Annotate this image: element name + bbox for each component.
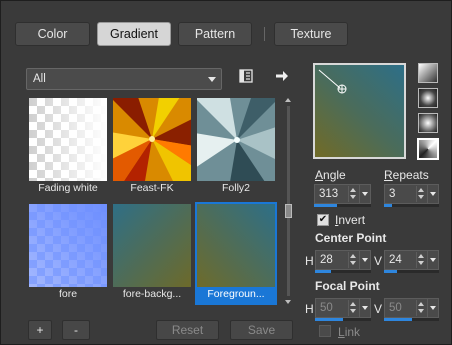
remove-gradient-button[interactable]: - bbox=[62, 320, 90, 340]
sunburst-style-icon[interactable] bbox=[417, 138, 439, 160]
rectangular-style-icon[interactable] bbox=[418, 88, 438, 108]
gradient-name: fore bbox=[58, 288, 78, 300]
tab-color[interactable]: Color bbox=[15, 22, 90, 46]
center-v-dropdown-icon[interactable] bbox=[427, 251, 438, 269]
gradient-preview-large[interactable] bbox=[313, 63, 406, 159]
scroll-track bbox=[287, 106, 290, 296]
focal-v-value: 50 bbox=[389, 302, 402, 314]
gradient-preview bbox=[29, 204, 107, 287]
link-checkbox[interactable] bbox=[319, 325, 331, 337]
gradient-name: Fading white bbox=[38, 182, 98, 194]
resource-manager-icon[interactable] bbox=[237, 67, 255, 85]
repeats-stepper-icon[interactable] bbox=[416, 186, 425, 202]
repeats-label: Repeats bbox=[384, 168, 429, 182]
scroll-thumb[interactable] bbox=[285, 204, 292, 218]
gradient-preview bbox=[29, 98, 107, 181]
center-h-spinbox[interactable]: 28 bbox=[315, 250, 371, 270]
focal-v-dropdown-icon[interactable] bbox=[427, 299, 438, 317]
focal-point-label: Focal Point bbox=[315, 279, 380, 293]
gradient-preview bbox=[197, 204, 275, 287]
center-v-value: 24 bbox=[389, 254, 402, 266]
repeats-value: 3 bbox=[389, 188, 396, 200]
save-button[interactable]: Save bbox=[230, 320, 293, 340]
radial-style-icon[interactable] bbox=[418, 113, 438, 133]
angle-dropdown-icon[interactable] bbox=[359, 185, 370, 203]
arrow-right-icon[interactable] bbox=[273, 67, 291, 85]
chevron-down-icon bbox=[208, 77, 216, 82]
invert-label: Invert bbox=[335, 213, 366, 227]
angle-stepper-icon[interactable] bbox=[348, 186, 357, 202]
focal-v-spinbox[interactable]: 50 bbox=[384, 298, 439, 318]
category-dropdown[interactable]: All bbox=[26, 68, 222, 90]
focal-v-slider[interactable] bbox=[384, 318, 439, 321]
scroll-down-icon[interactable] bbox=[285, 300, 291, 304]
tab-separator bbox=[264, 27, 265, 41]
gradient-preview bbox=[197, 98, 275, 181]
gradient-name: Folly2 bbox=[221, 182, 250, 194]
focal-h-label: H bbox=[305, 302, 314, 316]
gradient-name: Feast-FK bbox=[130, 182, 174, 194]
repeats-slider[interactable] bbox=[384, 204, 439, 207]
center-v-spinbox[interactable]: 24 bbox=[384, 250, 439, 270]
gradient-name: fore-backg... bbox=[122, 288, 182, 300]
add-gradient-button[interactable]: + bbox=[28, 320, 52, 340]
tab-gradient[interactable]: Gradient bbox=[97, 22, 171, 46]
focal-h-value: 50 bbox=[320, 302, 333, 314]
focal-h-stepper-icon[interactable] bbox=[348, 300, 357, 316]
angle-slider[interactable] bbox=[314, 204, 371, 207]
center-h-slider[interactable] bbox=[315, 270, 371, 273]
center-h-value: 28 bbox=[320, 254, 333, 266]
invert-checkbox[interactable]: ✔ bbox=[317, 214, 329, 226]
category-selected: All bbox=[33, 73, 46, 85]
center-h-stepper-icon[interactable] bbox=[348, 252, 357, 268]
link-label: Link bbox=[338, 325, 361, 339]
focal-h-slider[interactable] bbox=[315, 318, 371, 321]
center-v-stepper-icon[interactable] bbox=[416, 252, 425, 268]
gradient-item-foreground-selected[interactable]: Foregroun... bbox=[195, 202, 277, 305]
reset-button[interactable]: Reset bbox=[156, 320, 219, 340]
gradient-item-fading-white[interactable]: Fading white bbox=[27, 96, 109, 199]
linear-style-icon[interactable] bbox=[418, 63, 438, 83]
tab-pattern[interactable]: Pattern bbox=[178, 22, 252, 46]
gradient-item-fore[interactable]: fore bbox=[27, 202, 109, 305]
gradient-preview bbox=[113, 204, 191, 287]
focal-v-label: V bbox=[374, 302, 383, 316]
tab-texture[interactable]: Texture bbox=[274, 22, 348, 46]
angle-value: 313 bbox=[319, 188, 339, 200]
angle-spinbox[interactable]: 313 bbox=[314, 184, 371, 204]
gradient-preview bbox=[113, 98, 191, 181]
gradient-item-fore-background[interactable]: fore-backg... bbox=[111, 202, 193, 305]
center-h-dropdown-icon[interactable] bbox=[359, 251, 370, 269]
center-h-label: H bbox=[305, 254, 314, 268]
center-v-slider[interactable] bbox=[384, 270, 439, 273]
center-point-label: Center Point bbox=[315, 231, 387, 245]
scroll-up-icon[interactable] bbox=[285, 98, 291, 102]
repeats-dropdown-icon[interactable] bbox=[427, 185, 438, 203]
gradient-name: Foregroun... bbox=[207, 288, 265, 300]
angle-label: Angle bbox=[315, 168, 346, 182]
focal-h-spinbox[interactable]: 50 bbox=[315, 298, 371, 318]
repeats-spinbox[interactable]: 3 bbox=[384, 184, 439, 204]
gradient-item-feast-fk[interactable]: Feast-FK bbox=[111, 96, 193, 199]
gradient-item-folly2[interactable]: Folly2 bbox=[195, 96, 277, 199]
gradient-grid: Fading white Feast-FK Folly2 fore fore-b… bbox=[25, 96, 283, 306]
center-v-label: V bbox=[374, 254, 383, 268]
material-properties-dialog: Color Gradient Pattern Texture All Fadin… bbox=[0, 0, 452, 345]
gradient-scrollbar[interactable] bbox=[284, 96, 293, 306]
focal-h-dropdown-icon[interactable] bbox=[359, 299, 370, 317]
focal-v-stepper-icon[interactable] bbox=[416, 300, 425, 316]
